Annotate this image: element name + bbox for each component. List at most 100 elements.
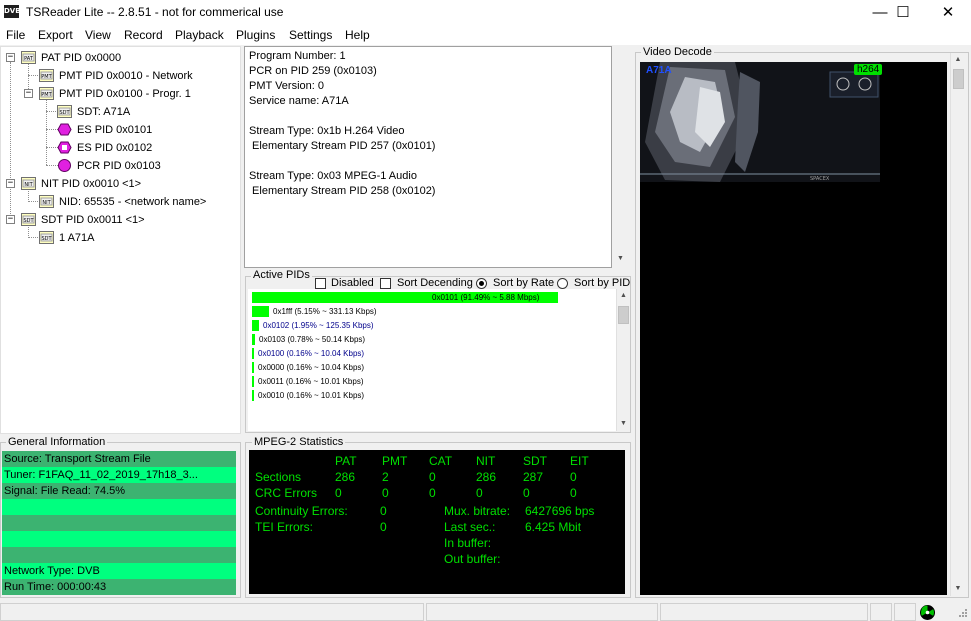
crc-errors-value: 0 bbox=[570, 486, 577, 500]
disabled-label: Disabled bbox=[331, 277, 374, 289]
scroll-up-icon[interactable]: ▲ bbox=[951, 53, 965, 67]
menu-view[interactable]: View bbox=[85, 28, 111, 42]
general-info-row bbox=[2, 547, 236, 563]
tree-item-pat[interactable]: − PAT PAT PID 0x0000 bbox=[1, 49, 241, 67]
pid-row[interactable]: 0x0101 (91.49% ~ 5.88 Mbps) bbox=[252, 291, 612, 304]
pid-rate-label: 0x1fff (5.15% ~ 331.13 Kbps) bbox=[273, 307, 377, 316]
status-cell bbox=[894, 603, 916, 621]
tree-item-pmt-network[interactable]: PMT PMT PID 0x0010 - Network bbox=[1, 67, 241, 85]
tree-item-pcr[interactable]: PCR PID 0x0103 bbox=[1, 157, 241, 175]
tree-item-label: 1 A71A bbox=[59, 232, 95, 244]
pid-row[interactable]: 0x0102 (1.95% ~ 125.35 Kbps) bbox=[252, 319, 612, 332]
menu-settings[interactable]: Settings bbox=[289, 28, 332, 42]
svg-text:SDT: SDT bbox=[41, 236, 52, 242]
collapse-icon[interactable]: − bbox=[6, 179, 15, 188]
pid-row[interactable]: 0x0103 (0.78% ~ 50.14 Kbps) bbox=[252, 333, 612, 346]
tree-item-es-video[interactable]: ES PID 0x0101 bbox=[1, 121, 241, 139]
mux-bitrate-value: 6427696 bps bbox=[525, 504, 595, 518]
resize-grip-icon[interactable] bbox=[956, 608, 968, 620]
close-button[interactable]: ✕ bbox=[925, 0, 971, 25]
scroll-thumb[interactable] bbox=[618, 306, 629, 324]
pid-rate-bar bbox=[252, 306, 269, 317]
pid-row[interactable]: 0x0000 (0.16% ~ 10.04 Kbps) bbox=[252, 361, 612, 374]
scroll-thumb[interactable] bbox=[953, 69, 964, 89]
video-viewport[interactable]: SPACEX A71A h264 bbox=[640, 62, 947, 595]
svg-text:SDT: SDT bbox=[23, 218, 34, 224]
tree-item-nid[interactable]: NIT NID: 65535 - <network name> bbox=[1, 193, 241, 211]
active-pids-list[interactable]: 0x0101 (91.49% ~ 5.88 Mbps) 0x1fff (5.15%… bbox=[248, 289, 616, 431]
details-line: Elementary Stream PID 258 (0x0102) bbox=[249, 185, 436, 197]
sections-value: 287 bbox=[523, 470, 544, 484]
nit-icon: NIT bbox=[21, 177, 36, 190]
pid-row[interactable]: 0x0100 (0.16% ~ 10.04 Kbps) bbox=[252, 347, 612, 360]
stats-column-header: CAT bbox=[429, 454, 453, 468]
svg-text:PMT: PMT bbox=[41, 92, 52, 98]
tree-item-pmt-program[interactable]: − PMT PMT PID 0x0100 - Progr. 1 bbox=[1, 85, 241, 103]
pid-rate-label: 0x0010 (0.16% ~ 10.01 Kbps) bbox=[258, 391, 365, 400]
crc-errors-value: 0 bbox=[476, 486, 483, 500]
mpeg2-stats-panel: PAT PMT CAT NIT SDT EIT Sections 286 2 0 286 287 0… bbox=[249, 450, 625, 594]
menu-file[interactable]: File bbox=[6, 28, 25, 42]
collapse-icon[interactable]: − bbox=[24, 89, 33, 98]
menu-help[interactable]: Help bbox=[345, 28, 370, 42]
maximize-button[interactable]: ☐ bbox=[880, 0, 926, 25]
svg-text:NIT: NIT bbox=[42, 200, 51, 206]
stats-column-header: EIT bbox=[570, 454, 589, 468]
tree-item-label: SDT: A71A bbox=[77, 106, 131, 118]
stats-column-header: PAT bbox=[335, 454, 357, 468]
sections-value: 0 bbox=[570, 470, 577, 484]
pid-row[interactable]: 0x0011 (0.16% ~ 10.01 Kbps) bbox=[252, 375, 612, 388]
general-info-row bbox=[2, 515, 236, 531]
menu-export[interactable]: Export bbox=[38, 28, 73, 42]
tree-item-nit[interactable]: − NIT NIT PID 0x0010 <1> bbox=[1, 175, 241, 193]
disabled-checkbox[interactable] bbox=[315, 278, 326, 289]
collapse-icon[interactable]: − bbox=[6, 215, 15, 224]
scroll-up-icon[interactable]: ▲ bbox=[617, 289, 630, 303]
tree-item-es-audio[interactable]: ES PID 0x0102 bbox=[1, 139, 241, 157]
tree-item-label: PCR PID 0x0103 bbox=[77, 160, 161, 172]
in-buffer-label: In buffer: bbox=[444, 536, 492, 550]
details-line: PCR on PID 259 (0x0103) bbox=[249, 65, 377, 77]
pid-row[interactable]: 0x0010 (0.16% ~ 10.01 Kbps) bbox=[252, 389, 612, 402]
menu-record[interactable]: Record bbox=[124, 28, 163, 42]
tree-item-sdt-service[interactable]: SDT 1 A71A bbox=[1, 229, 241, 247]
general-info-row: Signal: File Read: 74.5% bbox=[2, 483, 236, 499]
crc-errors-value: 0 bbox=[429, 486, 436, 500]
status-cell bbox=[0, 603, 424, 621]
pmt-icon: PMT bbox=[39, 69, 54, 82]
last-sec-value: 6.425 Mbit bbox=[525, 520, 582, 534]
sort-descending-checkbox[interactable] bbox=[380, 278, 391, 289]
sort-by-pid-radio[interactable] bbox=[557, 278, 568, 289]
pid-rate-label: 0x0011 (0.16% ~ 10.01 Kbps) bbox=[258, 377, 364, 386]
tei-errors-value: 0 bbox=[380, 520, 387, 534]
pid-rate-label: 0x0000 (0.16% ~ 10.04 Kbps) bbox=[258, 363, 365, 372]
details-scrollbar[interactable]: ▼ bbox=[612, 46, 629, 268]
sort-descending-label: Sort Decending bbox=[397, 277, 473, 289]
active-pids-scrollbar[interactable]: ▲ ▼ bbox=[616, 289, 630, 431]
svg-text:PMT: PMT bbox=[41, 74, 52, 80]
menu-bar: File Export View Record Playback Plugins… bbox=[0, 25, 971, 45]
collapse-icon[interactable]: − bbox=[6, 53, 15, 62]
pid-row[interactable]: 0x1fff (5.15% ~ 331.13 Kbps) bbox=[252, 305, 612, 318]
menu-plugins[interactable]: Plugins bbox=[236, 28, 275, 42]
sort-by-rate-radio[interactable] bbox=[476, 278, 487, 289]
scroll-down-icon[interactable]: ▼ bbox=[612, 252, 629, 266]
program-details[interactable]: Program Number: 1 PCR on PID 259 (0x0103)… bbox=[244, 46, 612, 268]
pid-tree[interactable]: − PAT PAT PID 0x0000 PMT PMT PID 0x0010 … bbox=[0, 46, 241, 434]
video-stream-icon bbox=[57, 123, 72, 136]
scroll-down-icon[interactable]: ▼ bbox=[951, 582, 965, 596]
menu-playback[interactable]: Playback bbox=[175, 28, 224, 42]
audio-stream-icon bbox=[57, 141, 72, 154]
sections-value: 2 bbox=[382, 470, 389, 484]
pid-rate-bar bbox=[252, 376, 254, 387]
pid-rate-bar bbox=[252, 362, 254, 373]
tree-item-sdt[interactable]: − SDT SDT PID 0x0011 <1> bbox=[1, 211, 241, 229]
tree-item-label: ES PID 0x0101 bbox=[77, 124, 153, 136]
video-scrollbar[interactable]: ▲ ▼ bbox=[950, 53, 965, 596]
last-sec-label: Last sec.: bbox=[444, 520, 496, 534]
tree-item-label: NIT PID 0x0010 <1> bbox=[41, 178, 142, 190]
pid-rate-label: 0x0101 (91.49% ~ 5.88 Mbps) bbox=[432, 293, 540, 302]
general-info-row: Tuner: F1FAQ_11_02_2019_17h18_3... bbox=[2, 467, 236, 483]
tree-item-sdt-service[interactable]: SDT SDT: A71A bbox=[1, 103, 241, 121]
scroll-down-icon[interactable]: ▼ bbox=[617, 417, 630, 431]
